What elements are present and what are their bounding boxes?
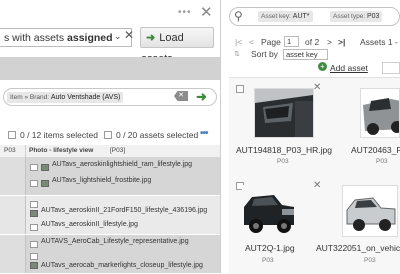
- page-label: Page: [261, 37, 281, 47]
- remove-asset-icon[interactable]: ✕: [313, 82, 321, 93]
- product-code-header: P03: [4, 147, 16, 154]
- clear-select-icon[interactable]: ✕: [124, 28, 134, 42]
- asset-type: P03: [364, 257, 376, 264]
- search-tag-asset-key[interactable]: Asset key: AUT*: [258, 11, 313, 22]
- asset-thumbnail[interactable]: [342, 185, 398, 237]
- filter-tag-field: » Brand:: [24, 94, 50, 101]
- filter-tag-value: Auto Ventshade (AVS): [50, 94, 121, 101]
- row-label-cell: [0, 196, 26, 234]
- close-panel-icon[interactable]: ✕: [200, 3, 213, 21]
- file-link[interactable]: AUTavs_lightshield_frostbite.jpg: [52, 177, 151, 184]
- chevron-down-icon[interactable]: ⌄: [114, 31, 122, 42]
- photo-column-header[interactable]: Photo - lifestyle view: [29, 145, 93, 157]
- file-thumbnail: [41, 164, 49, 171]
- asset-thumbnail[interactable]: [360, 88, 400, 138]
- file-checkbox[interactable]: [30, 164, 38, 171]
- search-tag-label: Asset type:: [333, 13, 367, 20]
- remove-asset-icon[interactable]: ✕: [313, 180, 321, 191]
- asset-type: P03: [277, 158, 289, 165]
- file-link[interactable]: AUTavs_aerocab_markerlights_closeup_life…: [41, 262, 203, 269]
- filter-tag-prefix: Item: [10, 94, 23, 101]
- more-options-icon[interactable]: •••: [200, 128, 208, 139]
- assignment-select-value: assigned: [67, 32, 113, 44]
- toolbar-strip: [0, 57, 220, 80]
- last-page-icon[interactable]: >|: [338, 37, 345, 47]
- file-link[interactable]: AUTavs_aeroskinII_21FordF150_lifestyle_4…: [41, 207, 207, 214]
- load-assets-button[interactable]: ➜Load assets: [140, 27, 214, 65]
- add-icon[interactable]: +: [318, 62, 327, 71]
- asset-thumbnail[interactable]: [242, 185, 296, 237]
- first-page-icon[interactable]: |<: [235, 37, 242, 47]
- search-icon[interactable]: ⚲: [234, 9, 243, 23]
- photo-column-code: [P03]: [110, 147, 126, 154]
- filter-tag[interactable]: Item » Brand: Auto Ventshade (AVS): [7, 92, 124, 103]
- asset-type: P03: [262, 257, 274, 264]
- asset-thumbnail[interactable]: [254, 88, 314, 138]
- file-thumbnail: [30, 262, 38, 269]
- grid-view-tab[interactable]: [382, 62, 400, 74]
- file-checkbox[interactable]: [30, 201, 38, 208]
- sort-select[interactable]: asset key: [283, 49, 328, 60]
- asset-filename[interactable]: AUT322051_on_vehicle_: [316, 243, 400, 253]
- arrow-right-icon: ➜: [146, 32, 156, 44]
- page-input[interactable]: 1: [284, 36, 299, 47]
- menu-dots-icon[interactable]: •••: [178, 7, 192, 18]
- row-label-cell: [0, 235, 26, 273]
- file-checkbox[interactable]: [30, 180, 38, 187]
- assignment-select-prefix: s with assets: [4, 32, 68, 44]
- page-count: of 2: [305, 37, 320, 47]
- file-checkbox[interactable]: [30, 224, 38, 231]
- search-tag-label: Asset key:: [261, 13, 293, 20]
- asset-filename[interactable]: AUT20463_P03_: [351, 145, 400, 155]
- prev-page-icon[interactable]: <: [249, 37, 254, 47]
- file-thumbnail: [41, 180, 49, 187]
- asset-type: P03: [376, 158, 388, 165]
- search-tag-asset-type[interactable]: Asset type: P03: [330, 11, 383, 22]
- select-assets-checkbox[interactable]: [104, 131, 112, 139]
- sort-label: Sort by: [251, 49, 278, 59]
- search-tag-value: P03: [366, 13, 380, 20]
- asset-filename[interactable]: AUT194818_P03_HR.jpg: [236, 145, 332, 155]
- search-tag-value: AUT*: [292, 13, 310, 20]
- row-label-cell: [0, 157, 26, 195]
- assets-selected-text: 0 / 20 assets selected: [116, 130, 199, 140]
- file-thumbnail: [30, 210, 38, 217]
- sort-order-icon[interactable]: ⇅: [234, 50, 240, 58]
- assignment-select[interactable]: s with assets assigned: [0, 28, 132, 47]
- items-selected-text: 0 / 12 items selected: [20, 130, 98, 140]
- file-link[interactable]: AUTavs_aeroskinlightshield_ram_lifestyle…: [52, 161, 192, 168]
- file-link[interactable]: AUTAVS_AeroCab_Lifestyle_representative.…: [41, 238, 189, 245]
- assets-range: Assets 1 -: [360, 37, 398, 47]
- asset-checkbox[interactable]: [236, 85, 244, 93]
- select-items-checkbox[interactable]: [8, 131, 16, 139]
- next-page-icon[interactable]: >: [327, 37, 332, 47]
- add-asset-link[interactable]: Add asset: [330, 63, 368, 73]
- file-link[interactable]: AUTavs_aeroskinII_lifestyle.jpg: [41, 221, 138, 228]
- file-checkbox[interactable]: [30, 241, 38, 248]
- apply-filter-icon[interactable]: ➜: [196, 89, 207, 105]
- file-checkbox[interactable]: [30, 253, 38, 260]
- asset-filename[interactable]: AUT2Q-1.jpg: [245, 243, 295, 253]
